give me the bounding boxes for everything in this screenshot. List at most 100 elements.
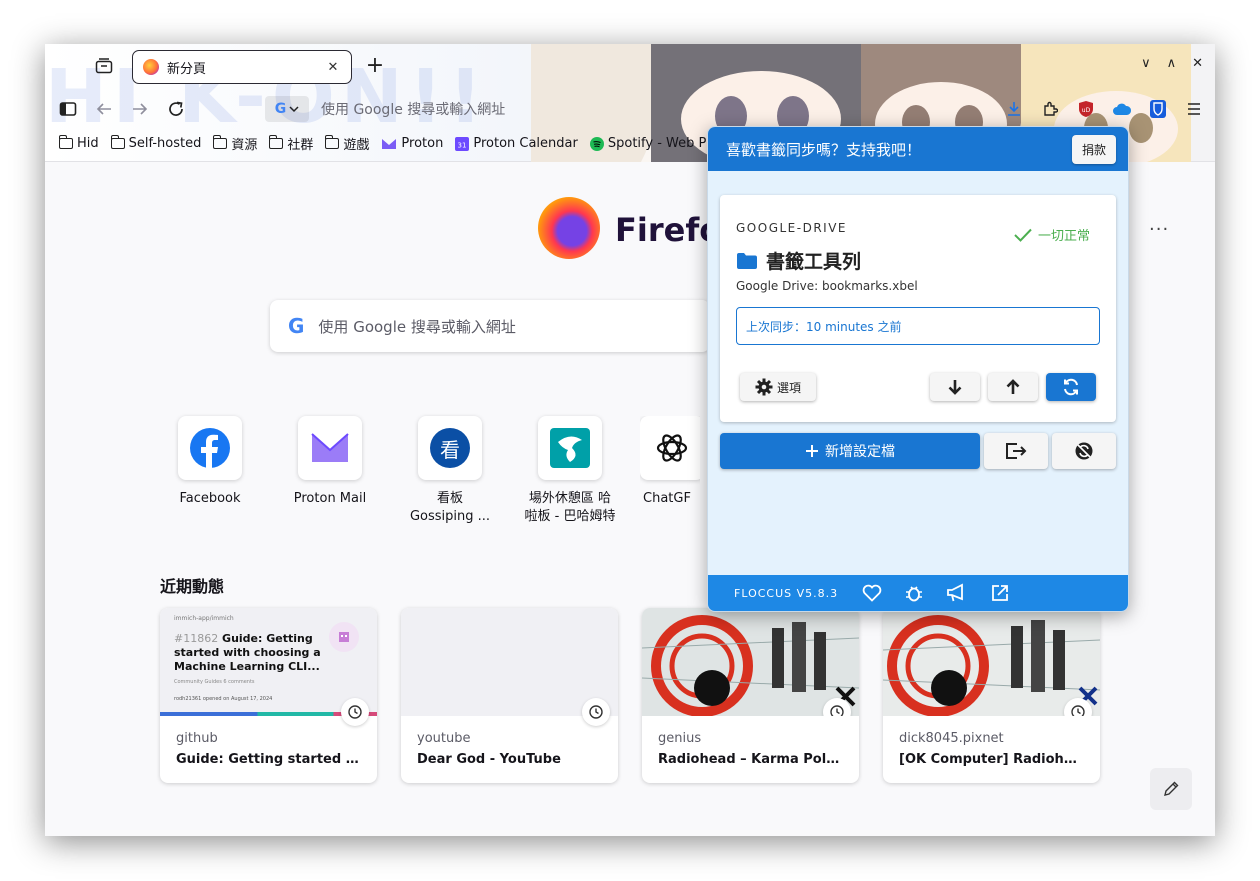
check-icon xyxy=(1014,228,1032,242)
downloads-button[interactable] xyxy=(1003,98,1025,120)
recent-card-pixnet[interactable]: dick8045.pixnet [OK Computer] Radiohead … xyxy=(883,608,1100,783)
bookmark-folder-resources[interactable]: 資源 xyxy=(213,134,257,153)
pencil-icon xyxy=(1164,781,1179,796)
reload-icon xyxy=(169,101,183,116)
bookmark-proton[interactable]: Proton xyxy=(381,134,443,153)
clock-icon xyxy=(582,698,610,726)
search-engine-button[interactable]: G xyxy=(265,96,309,122)
tab-title: 新分頁 xyxy=(167,61,207,77)
shortcut-tile: 看 xyxy=(418,416,482,480)
folder-icon xyxy=(110,135,125,149)
sidebar-icon xyxy=(59,102,77,116)
import-export-button[interactable] xyxy=(984,433,1048,469)
firefox-view-icon xyxy=(95,58,113,74)
pull-sync-button[interactable] xyxy=(930,373,980,401)
megaphone-icon[interactable] xyxy=(946,583,968,603)
list-all-tabs-icon[interactable]: ∨ xyxy=(1141,56,1151,71)
forward-button[interactable] xyxy=(129,98,151,120)
account-card: GOOGLE-DRIVE 一切正常 書籤工具列 Google Drive: bo… xyxy=(720,195,1116,422)
recent-card-youtube[interactable]: youtube Dear God - YouTube xyxy=(401,608,618,783)
sidebar-toggle-button[interactable] xyxy=(57,98,79,120)
floccus-footer: FLOCCUS V5.8.3 xyxy=(708,575,1128,611)
shortcut-label: ChatGF xyxy=(643,491,691,506)
shortcut-label: 看板 Gossiping ... xyxy=(409,491,491,524)
new-tab-button[interactable]: + xyxy=(364,54,386,78)
floccus-cloud-icon xyxy=(1113,103,1132,115)
open-external-icon[interactable] xyxy=(990,583,1010,603)
floccus-banner: 喜歡書籤同步嗎？支持我吧！ 捐款 xyxy=(708,127,1128,171)
spotify-icon xyxy=(589,136,604,151)
recent-card-site: genius xyxy=(658,731,702,746)
shortcut-proton-mail[interactable]: Proton Mail xyxy=(280,416,380,508)
folder-icon xyxy=(59,135,73,149)
bookmark-spotify[interactable]: Spotify - Web P xyxy=(589,134,706,153)
newtab-search-input[interactable]: 使用 Google 搜尋或輸入網址 xyxy=(318,316,515,337)
sync-settings-button[interactable] xyxy=(1052,433,1116,469)
bahamut-icon xyxy=(550,428,590,468)
tab-new-tab[interactable]: 新分頁 ✕ xyxy=(132,50,352,84)
ublock-icon: uD xyxy=(1079,101,1093,117)
ublock-origin-button[interactable]: uD xyxy=(1075,98,1097,120)
recent-card-genius[interactable]: genius Radiohead – Karma Police L... xyxy=(642,608,859,783)
recent-card-title: [OK Computer] Radiohead -... xyxy=(899,752,1084,767)
sync-status: 一切正常 xyxy=(1014,225,1090,244)
extension-toolbar: uD xyxy=(1003,98,1205,120)
customize-button[interactable] xyxy=(1150,768,1192,810)
bug-icon[interactable] xyxy=(904,583,924,603)
bookmark-proton-calendar[interactable]: 31 Proton Calendar xyxy=(455,134,578,153)
tab-close-icon[interactable]: ✕ xyxy=(325,60,341,75)
recent-card-thumbnail: immich-app/immich #11862 Guide: Getting … xyxy=(160,608,377,726)
google-icon: G xyxy=(288,314,305,338)
shortcut-facebook[interactable]: Facebook xyxy=(160,416,260,508)
firefox-favicon-icon xyxy=(143,59,159,75)
firefox-view-button[interactable] xyxy=(93,56,115,76)
recent-card-github[interactable]: immich-app/immich #11862 Guide: Getting … xyxy=(160,608,377,783)
folder-icon xyxy=(213,135,228,149)
shortcut-bahamut[interactable]: 場外休憩區 哈 啦板 - 巴哈姆特 xyxy=(520,416,620,526)
bitwarden-button[interactable] xyxy=(1147,98,1169,120)
bookmark-folder-social[interactable]: 社群 xyxy=(269,134,313,153)
personalize-menu-button[interactable]: ··· xyxy=(1149,219,1169,240)
arrow-up-icon xyxy=(1006,379,1020,394)
recent-card-thumbnail xyxy=(883,608,1100,716)
maximize-icon[interactable]: ∧ xyxy=(1167,56,1177,71)
window-controls: ∨ ∧ ✕ xyxy=(1141,56,1203,71)
bookmark-folder-hid[interactable]: Hid xyxy=(59,134,99,153)
shortcut-ptt-gossiping[interactable]: 看 看板 Gossiping ... xyxy=(400,416,500,526)
account-name: 書籤工具列 xyxy=(736,247,861,274)
reload-button[interactable] xyxy=(165,98,187,120)
back-button[interactable] xyxy=(93,98,115,120)
floccus-button[interactable] xyxy=(1111,98,1133,120)
recent-card-title: Dear God - YouTube xyxy=(417,752,561,767)
facebook-icon xyxy=(190,428,230,468)
extensions-button[interactable] xyxy=(1039,98,1061,120)
last-sync-info: 上次同步：10 minutes 之前 xyxy=(736,307,1100,345)
openai-icon xyxy=(656,434,688,462)
close-window-icon[interactable]: ✕ xyxy=(1192,56,1203,71)
arrow-down-icon xyxy=(948,380,962,395)
heart-icon[interactable] xyxy=(862,584,882,602)
shortcut-tile xyxy=(538,416,602,480)
donate-button[interactable]: 捐款 xyxy=(1071,134,1116,164)
url-input[interactable]: 使用 Google 搜尋或輸入網址 xyxy=(321,99,505,119)
google-icon: G xyxy=(274,101,287,117)
url-bar[interactable]: G 使用 Google 搜尋或輸入網址 xyxy=(265,94,765,124)
ok-computer-artwork xyxy=(883,608,1100,716)
bookmark-folder-games[interactable]: 遊戲 xyxy=(325,134,369,153)
push-sync-button[interactable] xyxy=(988,373,1038,401)
newtab-search-box[interactable]: G 使用 Google 搜尋或輸入網址 xyxy=(270,300,710,352)
svg-text:31: 31 xyxy=(458,141,467,149)
options-button[interactable]: 選項 xyxy=(740,373,816,401)
sync-off-icon xyxy=(1075,442,1093,460)
bookmarks-toolbar: Hid Self-hosted 資源 社群 遊戲 Proton 31 Proto… xyxy=(59,134,706,153)
sync-now-button[interactable] xyxy=(1046,373,1096,401)
app-menu-button[interactable] xyxy=(1183,98,1205,120)
shortcut-label: Proton Mail xyxy=(293,491,367,506)
bookmark-folder-self-hosted[interactable]: Self-hosted xyxy=(110,134,201,153)
recent-activity-heading: 近期動態 xyxy=(160,577,225,596)
shortcut-chatgpt[interactable]: ChatGF xyxy=(640,416,700,508)
navigation-toolbar: G 使用 Google 搜尋或輸入網址 uD xyxy=(45,90,1215,128)
new-profile-button[interactable]: 新增設定檔 xyxy=(720,433,980,469)
shortcut-tile xyxy=(640,416,700,480)
shortcut-label: Facebook xyxy=(179,491,241,506)
